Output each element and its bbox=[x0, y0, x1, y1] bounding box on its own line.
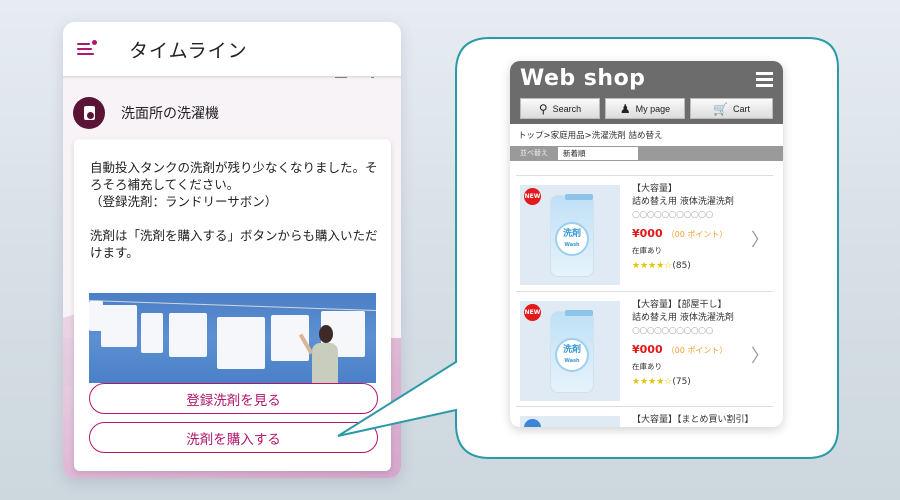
review-count: (75) bbox=[672, 377, 691, 387]
product-rating: ★★★★☆(75) bbox=[632, 376, 762, 389]
laundry-photo bbox=[89, 293, 376, 383]
product-info: 【大容量】【まとめ買い割引】 bbox=[632, 414, 762, 427]
webshop-header: Web shop ⚲ Search ♟ My page 🛒 Cart bbox=[510, 61, 783, 124]
view-registered-detergent-button[interactable]: 登録洗剤を見る bbox=[89, 383, 378, 414]
sort-bar: 並べ替え 新着順 bbox=[510, 146, 783, 161]
new-badge: NEW bbox=[524, 304, 541, 321]
search-button[interactable]: ⚲ Search bbox=[520, 98, 600, 119]
badge bbox=[524, 419, 541, 427]
product-tag: 【大容量】【まとめ買い割引】 bbox=[632, 415, 754, 425]
product-price: ¥000 （00 ポイント） bbox=[632, 227, 728, 240]
product-placeholder: ○○○○○○○○○○○ bbox=[632, 326, 713, 336]
webshop-logo[interactable]: Web shop bbox=[520, 66, 645, 91]
device-header: 洗面所の洗濯機 bbox=[73, 97, 219, 129]
webshop-screen: Web shop ⚲ Search ♟ My page 🛒 Cart トップ>家… bbox=[510, 61, 783, 427]
cart-icon: 🛒 bbox=[713, 101, 728, 116]
product-item[interactable]: NEW 洗剤 Wash 【大容量】 詰め替え用 液体洗濯洗剤 ○○○○○○○○○○… bbox=[516, 175, 773, 293]
user-icon: ♟ bbox=[619, 101, 631, 116]
sort-select[interactable]: 新着順 bbox=[558, 147, 638, 160]
product-price: ¥000 （00 ポイント） bbox=[632, 343, 728, 356]
notification-card: 自動投入タンクの洗剤が残り少なくなりました。そろそろ補充してください。 （登録洗… bbox=[74, 139, 391, 471]
product-info: 【大容量】【部屋干し】 詰め替え用 液体洗濯洗剤 ○○○○○○○○○○○ ¥00… bbox=[632, 299, 762, 389]
buy-detergent-button[interactable]: 洗剤を購入する bbox=[89, 422, 378, 453]
device-name: 洗面所の洗濯機 bbox=[121, 106, 219, 122]
cart-label: Cart bbox=[732, 103, 750, 114]
menu-icon[interactable] bbox=[77, 40, 99, 57]
app-header: タイムライン bbox=[63, 22, 401, 77]
product-placeholder: ○○○○○○○○○○○ bbox=[632, 210, 713, 220]
search-label: Search bbox=[552, 103, 582, 114]
new-badge: NEW bbox=[524, 188, 541, 205]
mypage-label: My page bbox=[635, 103, 671, 114]
product-image: NEW 洗剤 Wash bbox=[520, 185, 620, 285]
review-count: (85) bbox=[672, 261, 691, 271]
detergent-pouch-icon: 洗剤 Wash bbox=[550, 194, 594, 277]
stock-status: 在庫あり bbox=[632, 246, 662, 255]
product-points: （00 ポイント） bbox=[666, 346, 728, 355]
search-icon: ⚲ bbox=[538, 101, 548, 116]
notification-message: 自動投入タンクの洗剤が残り少なくなりました。そろそろ補充してください。 （登録洗… bbox=[90, 160, 378, 260]
hamburger-menu-icon[interactable] bbox=[756, 72, 773, 87]
breadcrumb[interactable]: トップ>家庭用品>洗濯洗剤 詰め替え bbox=[518, 129, 662, 141]
timeline-app-screen: タイムライン 洗面所の洗濯機 自動投入タンクの洗剤が残り少なくなりました。そろそ… bbox=[63, 22, 401, 478]
product-item[interactable]: 【大容量】【まとめ買い割引】 bbox=[516, 406, 773, 427]
stock-status: 在庫あり bbox=[632, 362, 662, 371]
star-rating: ★★★★☆ bbox=[632, 261, 673, 271]
product-name: 詰め替え用 液体洗濯洗剤 bbox=[632, 313, 734, 323]
product-tag: 【大容量】【部屋干し】 bbox=[632, 300, 727, 310]
chevron-right-icon[interactable]: 〉 bbox=[751, 342, 769, 368]
chevron-right-icon[interactable]: 〉 bbox=[751, 226, 769, 252]
sort-label: 並べ替え bbox=[520, 149, 548, 157]
page-title: タイムライン bbox=[129, 39, 248, 62]
product-rating: ★★★★☆(85) bbox=[632, 260, 762, 273]
star-rating: ★★★★☆ bbox=[632, 377, 673, 387]
product-item[interactable]: NEW 洗剤 Wash 【大容量】【部屋干し】 詰め替え用 液体洗濯洗剤 ○○○○… bbox=[516, 291, 773, 409]
cart-button[interactable]: 🛒 Cart bbox=[690, 98, 773, 119]
product-points: （00 ポイント） bbox=[666, 230, 728, 239]
product-image bbox=[520, 416, 620, 427]
product-image: NEW 洗剤 Wash bbox=[520, 301, 620, 401]
washing-machine-icon bbox=[73, 97, 105, 129]
detergent-pouch-icon: 洗剤 Wash bbox=[550, 310, 594, 393]
mypage-button[interactable]: ♟ My page bbox=[605, 98, 685, 119]
product-name: 詰め替え用 液体洗濯洗剤 bbox=[632, 197, 734, 207]
product-tag: 【大容量】 bbox=[632, 184, 678, 194]
product-info: 【大容量】 詰め替え用 液体洗濯洗剤 ○○○○○○○○○○○ ¥000 （00 ポ… bbox=[632, 183, 762, 273]
